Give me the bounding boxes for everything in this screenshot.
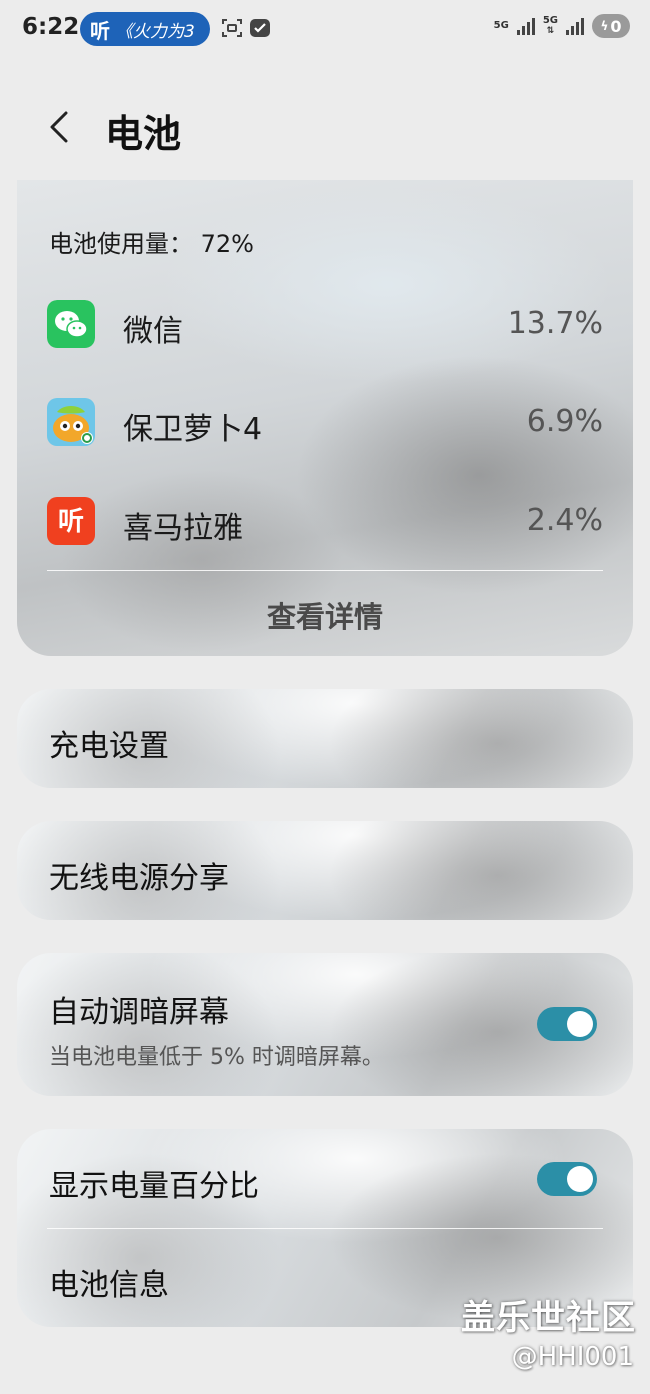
auto-dim-toggle[interactable] xyxy=(537,1007,597,1041)
app-usage-row-ximalaya[interactable]: 听 喜马拉雅 2.4% xyxy=(47,493,603,553)
status-bar: 6:22 听 《火力为3 5G 5G ⇅ ϟ 0 xyxy=(0,0,650,58)
status-indicators: 5G 5G ⇅ ϟ 0 xyxy=(494,14,630,38)
wechat-icon xyxy=(47,300,95,348)
divider xyxy=(47,570,603,571)
wireless-power-share-label: 无线电源分享 xyxy=(49,861,229,896)
auto-dim-label: 自动调暗屏幕 xyxy=(49,995,229,1030)
app-name: 微信 xyxy=(123,314,183,349)
auto-dim-screen-item[interactable]: 自动调暗屏幕 当电池电量低于 5% 时调暗屏幕。 xyxy=(17,953,633,1096)
charging-settings-item[interactable]: 充电设置 xyxy=(17,689,633,788)
battery-info-label: 电池信息 xyxy=(49,1268,169,1303)
wireless-power-share-item[interactable]: 无线电源分享 xyxy=(17,821,633,920)
ximalaya-icon: 听 xyxy=(47,497,95,545)
toggle-knob xyxy=(567,1166,593,1192)
battery-usage-label: 电池使用量： 72% xyxy=(49,230,254,258)
battery-usage-card: 电池使用量： 72% 微信 13.7% 保卫萝卜4 6.9% 听 喜马拉雅 2.… xyxy=(17,180,633,656)
app-percent: 6.9% xyxy=(526,404,603,439)
svg-text:听: 听 xyxy=(58,507,84,537)
screenshot-icon xyxy=(222,19,242,37)
show-percentage-toggle[interactable] xyxy=(537,1162,597,1196)
toggle-knob xyxy=(567,1011,593,1037)
battery-settings-screen: 6:22 听 《火力为3 5G 5G ⇅ ϟ 0 电池 电池使用量： 72% 微… xyxy=(0,0,650,1394)
network-5g-2: 5G ⇅ xyxy=(542,15,558,37)
charging-settings-label: 充电设置 xyxy=(49,729,169,764)
auto-dim-description: 当电池电量低于 5% 时调暗屏幕。 xyxy=(49,1045,384,1070)
carrot-game-icon xyxy=(47,398,95,446)
app-percent: 2.4% xyxy=(526,503,603,538)
back-arrow-icon[interactable] xyxy=(40,107,80,147)
app-usage-row-carrot[interactable]: 保卫萝卜4 6.9% xyxy=(47,394,603,454)
battery-indicator: ϟ 0 xyxy=(592,14,630,38)
signal-strength-icon xyxy=(516,17,535,35)
watermark-brand: 盖乐世社区 xyxy=(461,1298,636,1338)
view-details-button[interactable]: 查看详情 xyxy=(17,594,633,636)
show-percentage-label: 显示电量百分比 xyxy=(49,1169,259,1204)
signal-strength-icon-2 xyxy=(566,17,584,35)
charging-bolt-icon: ϟ xyxy=(600,19,609,33)
app-usage-row-wechat[interactable]: 微信 13.7% xyxy=(47,296,603,356)
watermark-user: @HHI001 xyxy=(511,1342,634,1372)
network-5g-1: 5G xyxy=(493,20,509,31)
ximalaya-logo-icon: 听 xyxy=(90,18,110,43)
check-badge-icon xyxy=(250,19,270,37)
app-percent: 13.7% xyxy=(507,306,603,341)
notification-text: 《火力为3 xyxy=(116,21,195,42)
show-percentage-item[interactable]: 显示电量百分比 xyxy=(17,1129,633,1228)
page-title: 电池 xyxy=(105,112,182,156)
media-notification-pill[interactable]: 听 《火力为3 xyxy=(80,12,210,46)
app-name: 保卫萝卜4 xyxy=(123,412,263,447)
app-name: 喜马拉雅 xyxy=(123,511,243,546)
page-header: 电池 xyxy=(0,95,650,165)
status-time: 6:22 xyxy=(22,14,80,40)
